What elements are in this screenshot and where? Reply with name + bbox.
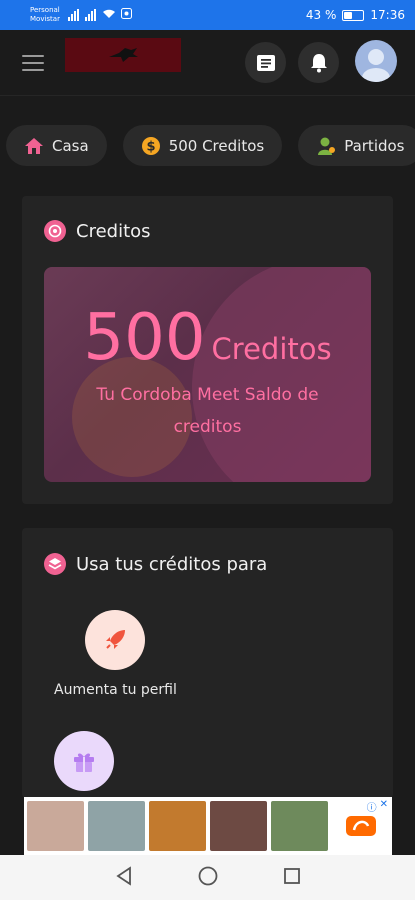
ad-image	[27, 801, 84, 851]
battery-percent: 43 %	[305, 8, 337, 22]
carrier-name: Personal Movistar	[30, 6, 60, 24]
bell-icon	[310, 53, 327, 72]
status-bar: Personal Movistar 43 % 17:36	[0, 0, 415, 30]
boost-profile-label: Aumenta tu perfil	[54, 682, 177, 698]
boost-profile-item[interactable]: Aumenta tu perfil	[54, 610, 177, 698]
recents-icon[interactable]	[283, 867, 301, 889]
credits-card: Creditos 500 Creditos Tu Cordoba Meet Sal…	[22, 196, 393, 504]
gift-icon	[54, 731, 114, 791]
credit-subtitle: Tu Cordoba Meet Saldo de creditos	[96, 385, 319, 437]
user-avatar[interactable]	[355, 40, 397, 82]
hamburger-icon[interactable]	[22, 55, 44, 71]
carrier-line1: Personal	[30, 6, 60, 14]
shopping-brand-icon	[345, 816, 376, 836]
ad-info-icon[interactable]: ⓘ	[367, 799, 377, 814]
battery-icon	[342, 9, 365, 21]
signal-icon-2	[84, 9, 96, 21]
home-icon	[24, 136, 44, 156]
card-title-text: Usa tus créditos para	[76, 553, 268, 575]
credits-card-title: Creditos	[44, 220, 151, 242]
credit-amount: 500	[83, 301, 206, 375]
clock: 17:36	[370, 8, 405, 22]
chip-casa[interactable]: Casa	[6, 125, 107, 166]
ad-close-icon[interactable]: ✕	[380, 799, 388, 814]
signal-icon	[67, 9, 79, 21]
message-icon	[256, 54, 275, 71]
wifi-icon	[102, 8, 116, 22]
ad-image	[149, 801, 206, 851]
notification-icon	[120, 8, 132, 22]
chip-label: 500 Creditos	[168, 136, 265, 155]
quick-nav: Casa $ 500 Creditos Partidos	[6, 125, 415, 166]
layers-icon	[44, 553, 66, 575]
rocket-icon	[85, 610, 146, 670]
app-header	[0, 30, 415, 96]
ad-image	[210, 801, 267, 851]
credit-balance-panel: 500 Creditos Tu Cordoba Meet Saldo de cre…	[44, 267, 371, 482]
carrier-line2: Movistar	[30, 15, 60, 23]
coins-icon	[44, 220, 66, 242]
use-credits-title: Usa tus créditos para	[44, 553, 267, 575]
home-nav-icon[interactable]	[197, 865, 219, 891]
coin-icon: $	[141, 136, 161, 156]
system-nav-bar	[0, 855, 415, 900]
svg-text:$: $	[146, 139, 155, 154]
back-icon[interactable]	[115, 865, 133, 890]
card-title-text: Creditos	[76, 220, 151, 242]
gift-item[interactable]	[54, 731, 114, 791]
ad-image	[88, 801, 145, 851]
credit-unit: Creditos	[211, 332, 332, 366]
notifications-button[interactable]	[298, 42, 339, 83]
chip-partidos[interactable]: Partidos	[298, 125, 415, 166]
chip-creditos[interactable]: $ 500 Creditos	[122, 125, 283, 166]
messages-button[interactable]	[245, 42, 286, 83]
people-icon	[316, 136, 336, 156]
app-logo[interactable]	[65, 38, 181, 72]
logo-mark-icon	[109, 48, 138, 62]
credit-amount-row: 500 Creditos	[44, 301, 371, 375]
use-credits-card: Usa tus créditos para Aumenta tu perfil	[22, 528, 393, 798]
chip-label: Partidos	[344, 136, 405, 155]
ad-image	[271, 801, 328, 851]
avatar-icon	[362, 49, 390, 82]
chip-label: Casa	[52, 136, 89, 155]
ad-banner[interactable]: ⓘ ✕	[24, 797, 392, 855]
